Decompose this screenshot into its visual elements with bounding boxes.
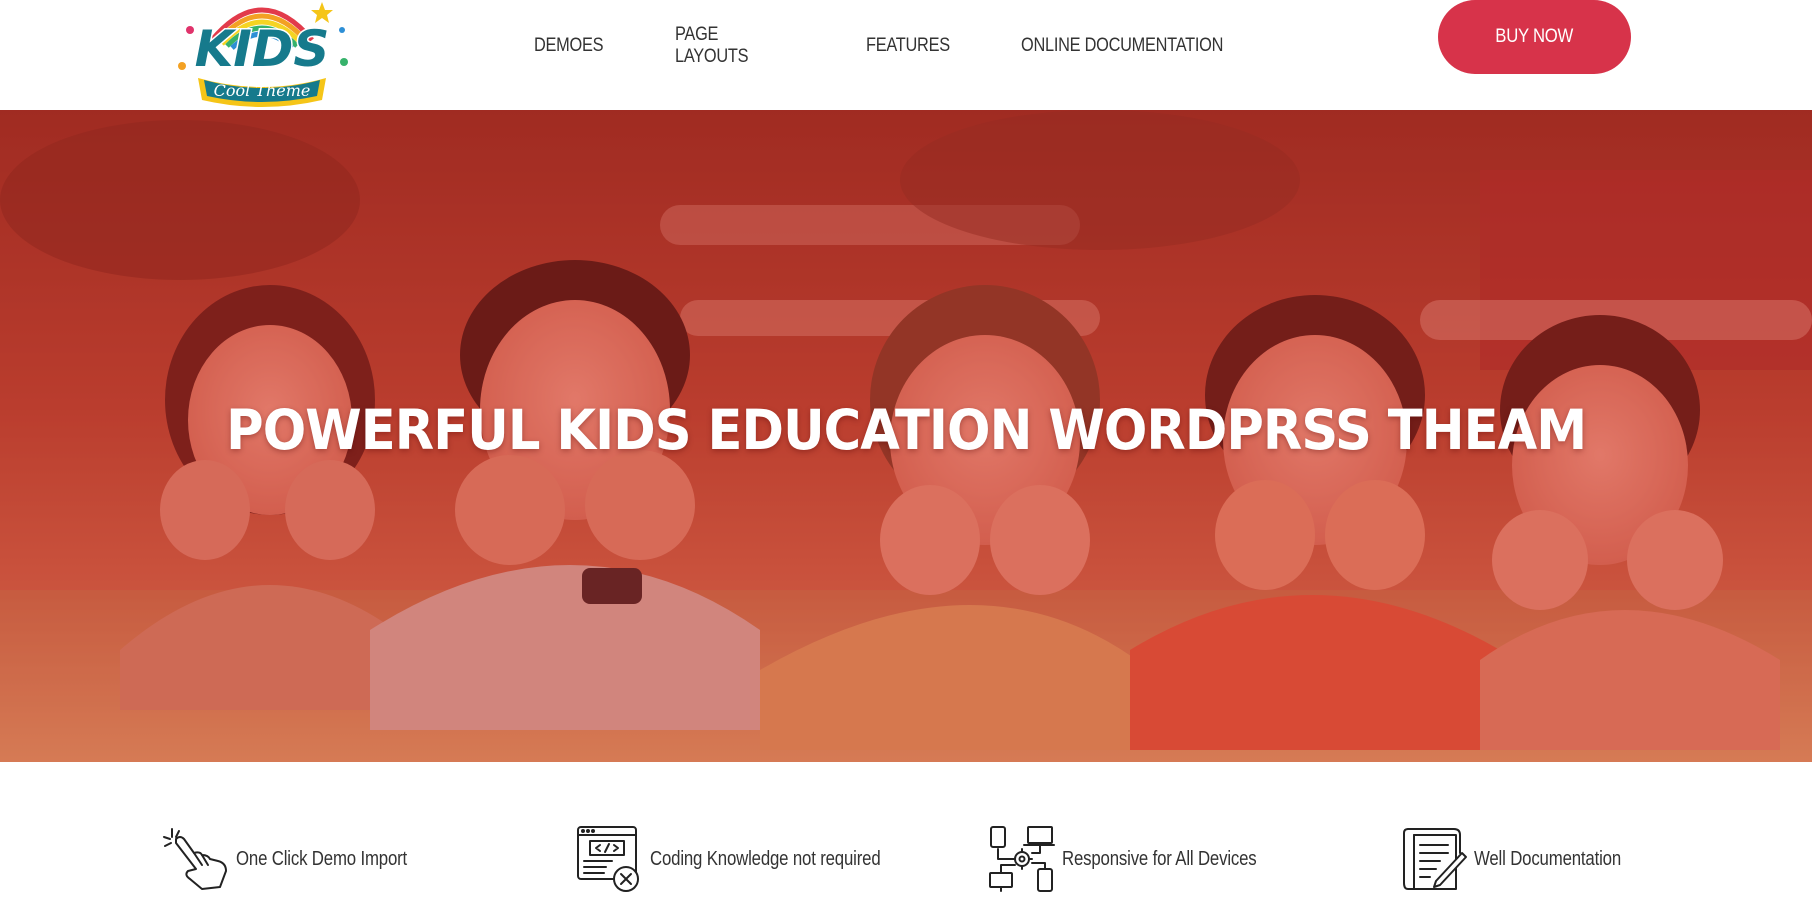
- feature-responsive-devices: Responsive for All Devices: [988, 824, 1294, 894]
- hero-banner: POWERFUL KIDS EDUCATION WORDPRSS THEAM: [0, 110, 1812, 762]
- logo-tagline: Cool Theme: [214, 81, 311, 100]
- feature-label: Responsive for All Devices: [1062, 847, 1257, 870]
- buy-now-label: BUY NOW: [1495, 26, 1574, 47]
- devices-network-icon: [989, 826, 1055, 892]
- hero-title: POWERFUL KIDS EDUCATION WORDPRSS THEAM: [225, 398, 1587, 462]
- nav-item-page-layouts[interactable]: PAGE LAYOUTS: [675, 24, 749, 68]
- feature-label: One Click Demo Import: [236, 847, 408, 870]
- document-pen-icon: [1403, 828, 1467, 890]
- svg-text:KIDS: KIDS: [195, 20, 330, 78]
- feature-well-documentation: Well Documentation: [1400, 824, 1649, 894]
- site-header: KIDS Cool Theme DEMOES PAGE LAYOUTS FEAT…: [0, 0, 1812, 110]
- feature-label: Well Documentation: [1474, 847, 1622, 870]
- feature-label: Coding Knowledge not required: [650, 847, 881, 870]
- nav-item-online-documentation[interactable]: ONLINE DOCUMENTATION: [1021, 35, 1223, 57]
- feature-one-click-demo-import: One Click Demo Import: [162, 824, 440, 894]
- features-row: One Click Demo Import Coding Knowledge n…: [0, 762, 1812, 897]
- hand-pointer-click-icon: [163, 828, 227, 890]
- kids-logo[interactable]: KIDS Cool Theme: [172, 0, 352, 108]
- feature-coding-knowledge: Coding Knowledge not required: [576, 824, 924, 894]
- nav-item-demoes[interactable]: DEMOES: [534, 35, 604, 57]
- buy-now-button[interactable]: BUY NOW: [1438, 0, 1631, 74]
- code-window-icon: [577, 826, 639, 892]
- nav-item-features[interactable]: FEATURES: [866, 35, 950, 57]
